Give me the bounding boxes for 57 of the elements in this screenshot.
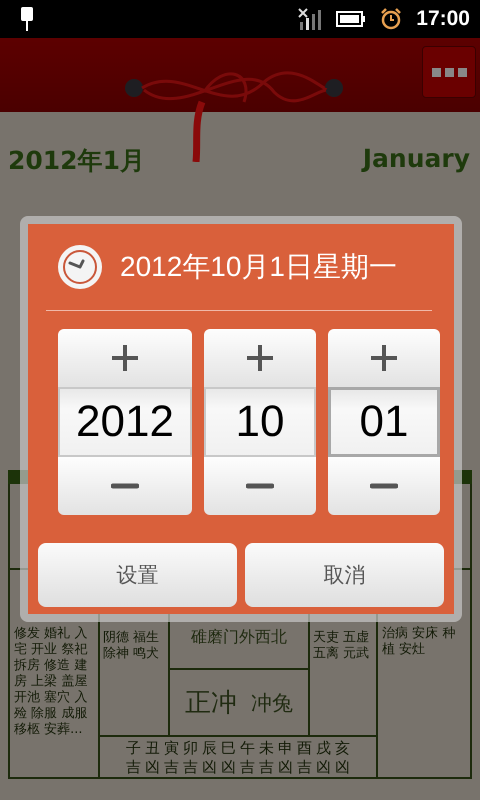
increment-button[interactable] bbox=[58, 329, 192, 387]
hour-branch: 未 bbox=[258, 740, 275, 757]
increment-button[interactable] bbox=[328, 329, 440, 387]
battery-icon bbox=[336, 11, 366, 27]
clock-icon bbox=[56, 243, 104, 291]
hour-luck: 吉 bbox=[125, 759, 142, 776]
fetal-god-position: 碓磨门外西北 bbox=[191, 627, 287, 648]
spinner-value[interactable]: 10 bbox=[204, 387, 316, 457]
hour-branch: 寅 bbox=[163, 740, 180, 757]
hour-luck: 吉 bbox=[296, 759, 313, 776]
hour-branch: 酉 bbox=[296, 740, 313, 757]
clash-animal: 冲兔 bbox=[251, 690, 293, 716]
hour-branch: 丑 bbox=[144, 740, 161, 757]
cancel-button[interactable]: 取消 bbox=[245, 543, 444, 607]
hour-branch: 卯 bbox=[182, 740, 199, 757]
spinner-value[interactable]: 2012 bbox=[58, 387, 192, 457]
suitable-activities: 修发 婚礼 入宅 开业 祭祀拆房 修造 建房 上梁 盖屋开池 塞穴 入殓 除服 成服移柩 安葬... bbox=[14, 626, 88, 738]
hour-luck: 凶 bbox=[220, 759, 237, 776]
hour-branch: 戌 bbox=[315, 740, 332, 757]
increment-button[interactable] bbox=[204, 329, 316, 387]
month-english: January bbox=[362, 144, 470, 175]
hour-luck: 凶 bbox=[201, 759, 218, 776]
hour-luck: 凶 bbox=[334, 759, 351, 776]
hour-branch: 申 bbox=[277, 740, 294, 757]
clash-label: 正冲 bbox=[185, 687, 237, 720]
minus-icon bbox=[370, 483, 398, 489]
usb-icon bbox=[20, 7, 34, 31]
menu-button[interactable] bbox=[422, 46, 476, 98]
plus-icon bbox=[370, 344, 398, 372]
spinner-value[interactable]: 01 bbox=[328, 387, 440, 457]
avoid-activities: 治病 安床 种植 安灶 bbox=[382, 626, 456, 658]
auspicious-gods: 阴德 福生除神 鸣犬 bbox=[103, 630, 160, 662]
plus-icon bbox=[246, 344, 274, 372]
minus-icon bbox=[111, 483, 139, 489]
dialog-title: 2012年10月1日星期一 bbox=[120, 250, 398, 284]
hour-luck: 凶 bbox=[144, 759, 161, 776]
hour-luck: 吉 bbox=[239, 759, 256, 776]
hour-branch: 亥 bbox=[334, 740, 351, 757]
month-title: 2012年1月 bbox=[8, 145, 145, 177]
decrement-button[interactable] bbox=[204, 457, 316, 515]
hour-branch: 巳 bbox=[220, 740, 237, 757]
hour-luck: 吉 bbox=[182, 759, 199, 776]
signal-icon bbox=[298, 8, 322, 30]
minus-icon bbox=[246, 483, 274, 489]
inauspicious-gods: 天吏 五虚五离 元武 bbox=[313, 630, 370, 662]
alarm-clock-icon bbox=[380, 8, 402, 30]
set-button[interactable]: 设置 bbox=[38, 543, 237, 607]
hour-luck: 吉 bbox=[258, 759, 275, 776]
hour-branch: 午 bbox=[239, 740, 256, 757]
plus-icon bbox=[111, 344, 139, 372]
hour-luck: 凶 bbox=[315, 759, 332, 776]
hour-branch: 辰 bbox=[201, 740, 218, 757]
hour-luck: 吉 bbox=[163, 759, 180, 776]
decrement-button[interactable] bbox=[328, 457, 440, 515]
hour-branch: 子 bbox=[125, 740, 142, 757]
hour-luck: 凶 bbox=[277, 759, 294, 776]
clock-time: 17:00 bbox=[416, 7, 470, 31]
